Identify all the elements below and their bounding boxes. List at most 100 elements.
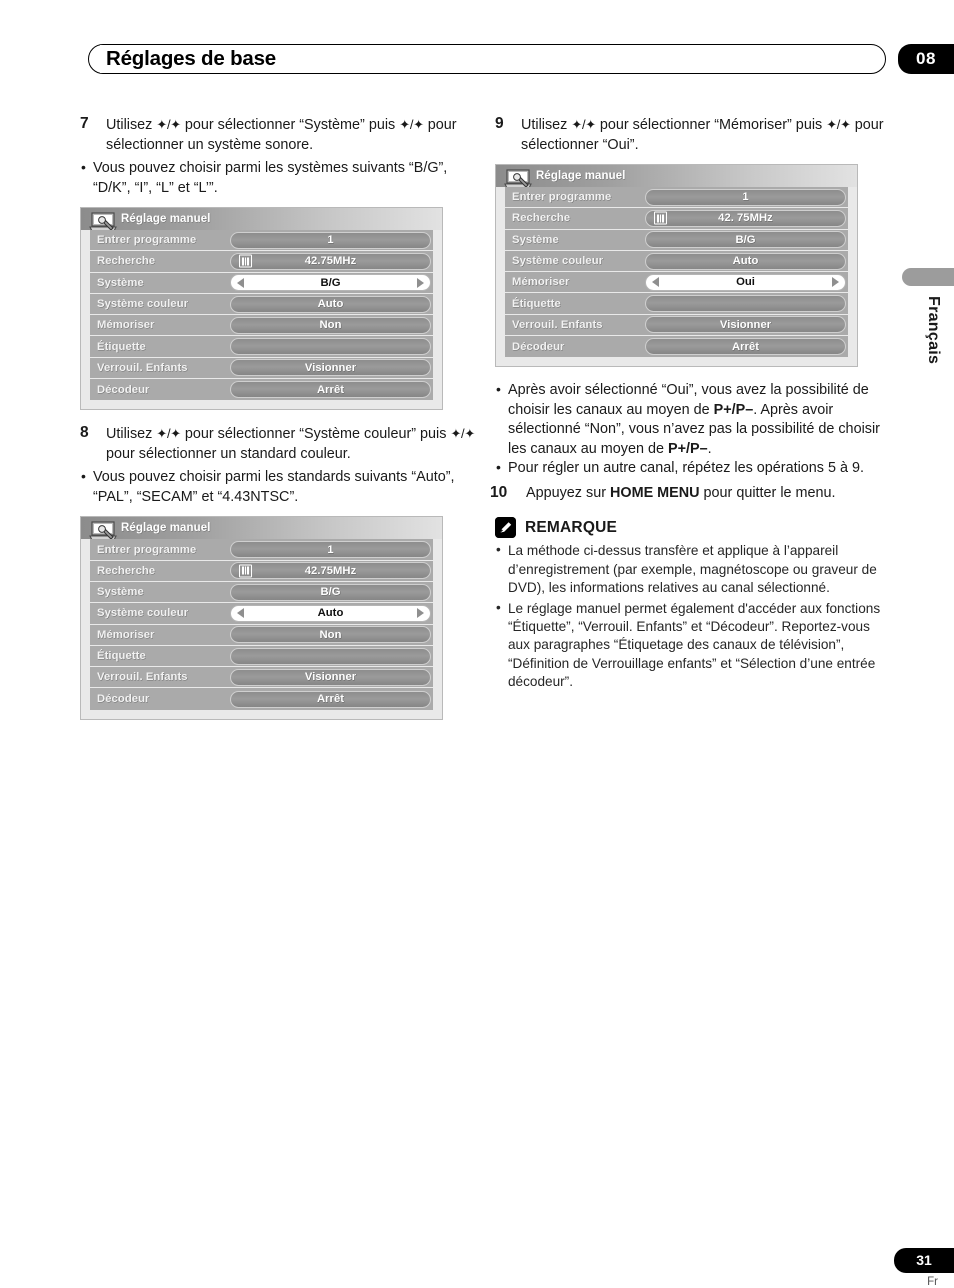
osd-value[interactable] xyxy=(230,338,431,356)
osd-row[interactable]: Décodeur Arrêt xyxy=(90,688,433,710)
step-10-number: 10 xyxy=(490,483,508,501)
osd-row[interactable]: Recherche 42. 75MHz xyxy=(505,208,848,230)
osd-row[interactable]: Recherche 42.75MHz xyxy=(90,560,433,582)
leftright-arrows-icon: ✦/✦ xyxy=(826,117,851,132)
osd-row-label: Recherche xyxy=(512,212,571,225)
osd-value-container: Oui xyxy=(645,273,846,291)
arrow-right-icon[interactable] xyxy=(417,608,424,619)
page-header: Réglages de base 08 xyxy=(88,44,954,76)
osd-value-container xyxy=(230,338,431,356)
osd-row-label: Mémoriser xyxy=(97,628,155,641)
osd-value[interactable]: Visionner xyxy=(230,359,431,377)
page-language-code: Fr xyxy=(927,1276,938,1288)
osd-rows: Entrer programme 1 Recherche 42.75MHz Systèm… xyxy=(81,230,442,401)
osd-value[interactable]: 1 xyxy=(230,231,431,249)
remarque-note: Le réglage manuel permet également d'acc… xyxy=(495,599,895,691)
osd-value[interactable]: Non xyxy=(230,626,431,644)
osd-value-text: Arrêt xyxy=(317,383,344,396)
osd-row[interactable]: Mémoriser Non xyxy=(90,315,433,337)
osd-row[interactable]: Système couleur Auto xyxy=(505,250,848,273)
osd-row-label: Mémoriser xyxy=(512,276,570,289)
osd-row[interactable]: Étiquette xyxy=(505,293,848,315)
osd-row[interactable]: Décodeur Arrêt xyxy=(505,336,848,358)
osd-value[interactable]: Arrêt xyxy=(230,690,431,708)
osd-row-label: Décodeur xyxy=(512,340,565,353)
arrow-left-icon[interactable] xyxy=(652,277,659,288)
osd-value-selected[interactable]: Oui xyxy=(645,273,846,291)
osd-value[interactable]: Non xyxy=(230,316,431,334)
osd-value[interactable] xyxy=(645,295,846,313)
osd-value[interactable]: B/G xyxy=(230,583,431,601)
osd-value-container: 42.75MHz xyxy=(230,562,431,580)
pencil-note-icon xyxy=(495,517,516,539)
osd-value[interactable]: 1 xyxy=(645,188,846,206)
osd-row[interactable]: Verrouil. Enfants Visionner xyxy=(90,357,433,380)
osd-row[interactable]: Mémoriser Non xyxy=(90,624,433,646)
step-7-text-a: Utilisez xyxy=(106,117,157,133)
arrow-right-icon[interactable] xyxy=(417,277,424,288)
osd-value[interactable]: 42.75MHz xyxy=(230,562,431,580)
osd-row-label: Verrouil. Enfants xyxy=(97,671,188,684)
language-side-tab: Français xyxy=(890,268,954,398)
step-8-text-a: Utilisez xyxy=(106,426,157,443)
osd-value[interactable]: Auto xyxy=(230,295,431,313)
osd-value[interactable]: Arrêt xyxy=(645,338,846,356)
key-label-p-plus-minus: P+/P– xyxy=(668,440,708,457)
osd-row[interactable]: Verrouil. Enfants Visionner xyxy=(90,667,433,689)
bullet-item: Pour régler un autre canal, répétez les … xyxy=(495,458,895,479)
osd-title: Réglage manuel xyxy=(536,170,626,182)
osd-value[interactable]: B/G xyxy=(645,231,846,249)
step-8-text-d: pour sélectionner un standard couleur. xyxy=(106,445,351,462)
osd-value[interactable]: 42. 75MHz xyxy=(645,209,846,227)
arrow-left-icon[interactable] xyxy=(237,608,244,619)
osd-value[interactable]: 1 xyxy=(230,541,431,559)
osd-row-label: Verrouil. Enfants xyxy=(512,318,603,331)
osd-row-label: Étiquette xyxy=(97,340,146,353)
osd-value[interactable]: Arrêt xyxy=(230,381,431,399)
osd-value-container: 1 xyxy=(230,541,431,559)
osd-value-container xyxy=(230,647,431,665)
osd-row[interactable]: Étiquette xyxy=(90,645,433,668)
osd-value-text: Non xyxy=(319,319,342,332)
osd-row-label: Entrer programme xyxy=(512,191,612,204)
osd-row[interactable]: Entrer programme 1 xyxy=(90,230,433,252)
osd-row[interactable]: Entrer programme 1 xyxy=(90,539,433,561)
arrow-right-icon[interactable] xyxy=(832,277,839,288)
osd-value[interactable] xyxy=(230,647,431,665)
osd-row[interactable]: Système B/G xyxy=(90,272,433,294)
osd-row[interactable]: Système couleur Auto xyxy=(90,293,433,316)
osd-value-text: B/G xyxy=(320,586,341,599)
osd-row[interactable]: Recherche 42.75MHz xyxy=(90,251,433,273)
osd-row[interactable]: Système couleur Auto xyxy=(90,603,433,625)
osd-value-text: 1 xyxy=(742,191,749,204)
osd-value-text: 1 xyxy=(327,234,334,247)
osd-value-text: Arrêt xyxy=(732,340,759,353)
page-number-badge: 31 xyxy=(894,1248,954,1273)
osd-row[interactable]: Système B/G xyxy=(505,229,848,251)
leftright-arrows-icon: ✦/✦ xyxy=(399,117,424,132)
osd-value[interactable]: Auto xyxy=(645,252,846,270)
tuner-icon xyxy=(239,254,252,268)
osd-row-label: Décodeur xyxy=(97,693,150,706)
osd-row[interactable]: Verrouil. Enfants Visionner xyxy=(505,314,848,337)
updown-arrows-icon: ✦/✦ xyxy=(571,117,596,132)
osd-row-label: Recherche xyxy=(97,255,156,268)
osd-value-selected[interactable]: B/G xyxy=(230,274,431,292)
osd-rows: Entrer programme 1 Recherche 42.75MHz Systèm… xyxy=(81,539,442,710)
osd-panel-step9: Réglage manuel Entrer programme 1 Recherch… xyxy=(495,164,858,368)
osd-row-label: Décodeur xyxy=(97,383,150,396)
osd-row[interactable]: Système B/G xyxy=(90,581,433,604)
step-7-number: 7 xyxy=(80,115,89,132)
osd-value[interactable]: Visionner xyxy=(645,316,846,334)
osd-value[interactable]: 42.75MHz xyxy=(230,252,431,270)
osd-row[interactable]: Mémoriser Oui xyxy=(505,272,848,294)
osd-row[interactable]: Décodeur Arrêt xyxy=(90,379,433,401)
arrow-left-icon[interactable] xyxy=(237,277,244,288)
bullet-text-c: . xyxy=(707,440,712,457)
osd-row[interactable]: Entrer programme 1 xyxy=(505,187,848,209)
osd-value-container: 42.75MHz xyxy=(230,252,431,270)
osd-row[interactable]: Étiquette xyxy=(90,336,433,358)
osd-value-selected[interactable]: Auto xyxy=(230,604,431,622)
osd-value-container: B/G xyxy=(645,231,846,249)
osd-value[interactable]: Visionner xyxy=(230,668,431,686)
